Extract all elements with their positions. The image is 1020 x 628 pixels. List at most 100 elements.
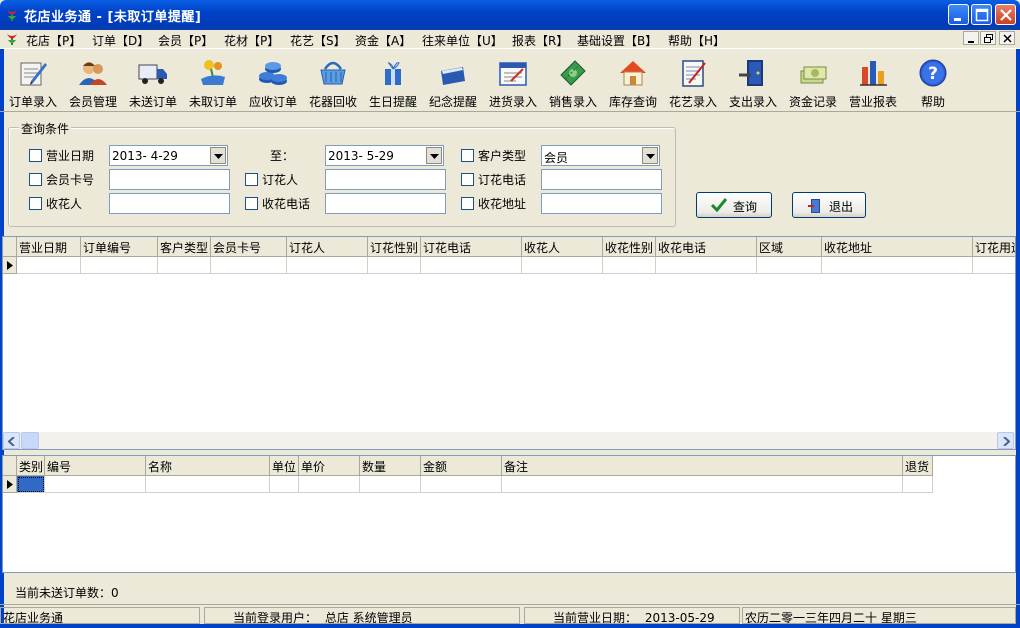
column-header[interactable]: 订单编号 <box>81 237 158 257</box>
menu-material[interactable]: 花材【P】 <box>224 32 279 48</box>
column-header[interactable]: 金额 <box>421 456 502 476</box>
menu-order[interactable]: 订单【D】 <box>92 32 149 48</box>
mdi-minimize-button[interactable] <box>963 31 979 45</box>
column-header[interactable]: 营业日期 <box>17 237 81 257</box>
toolbar-help[interactable]: ? 帮助 <box>903 57 963 109</box>
recipient-address-input[interactable] <box>541 193 662 214</box>
row-indicator[interactable] <box>3 257 17 274</box>
date-from-dropdown-button[interactable] <box>210 147 226 164</box>
column-header[interactable]: 名称 <box>146 456 270 476</box>
toolbar-unpicked-orders[interactable]: 未取订单 <box>183 57 243 109</box>
title-bar[interactable]: 花店业务通 - [未取订单提醒] <box>0 0 1020 30</box>
table-cell[interactable] <box>656 257 757 274</box>
table-cell[interactable] <box>158 257 211 274</box>
close-button[interactable] <box>995 4 1016 25</box>
horizontal-scrollbar[interactable] <box>3 432 1015 449</box>
member-card-checkbox[interactable] <box>29 173 42 186</box>
customer-type-checkbox[interactable] <box>461 149 474 162</box>
recipient-address-checkbox[interactable] <box>461 197 474 210</box>
table-cell[interactable] <box>368 257 421 274</box>
date-to-dropdown-button[interactable] <box>426 147 442 164</box>
menu-settings[interactable]: 基础设置【B】 <box>577 32 657 48</box>
toolbar-inventory-query[interactable]: 库存查询 <box>603 57 663 109</box>
column-header[interactable]: 单位 <box>270 456 299 476</box>
order-phone-checkbox[interactable] <box>461 173 474 186</box>
customer-type-dropdown-button[interactable] <box>642 147 658 164</box>
toolbar-floral-entry[interactable]: 花艺录入 <box>663 57 723 109</box>
selected-cell[interactable] <box>17 476 45 493</box>
menu-member[interactable]: 会员【P】 <box>158 32 213 48</box>
column-header[interactable]: 订花人 <box>287 237 368 257</box>
date-from-picker[interactable]: 2013- 4-29 <box>109 145 228 166</box>
table-cell[interactable] <box>146 476 270 493</box>
orderer-input[interactable] <box>325 169 446 190</box>
recipient-input[interactable] <box>109 193 230 214</box>
minimize-button[interactable] <box>948 4 969 25</box>
toolbar-order-entry[interactable]: 订单录入 <box>3 57 63 109</box>
orderer-checkbox[interactable] <box>245 173 258 186</box>
table-cell[interactable] <box>973 257 1015 274</box>
query-button[interactable]: 查询 <box>696 192 772 218</box>
order-items-grid[interactable]: 类别 编号 名称 单位 单价 数量 金额 备注 退货 <box>2 455 1016 573</box>
exit-button[interactable]: 退出 <box>792 192 866 218</box>
recipient-phone-input[interactable] <box>325 193 446 214</box>
business-date-checkbox[interactable] <box>29 149 42 162</box>
toolbar-receivable-orders[interactable]: 应收订单 <box>243 57 303 109</box>
scroll-right-button[interactable] <box>997 432 1014 449</box>
member-card-input[interactable] <box>109 169 230 190</box>
toolbar-business-report[interactable]: 营业报表 <box>843 57 903 109</box>
toolbar-vase-recycle[interactable]: 花器回收 <box>303 57 363 109</box>
table-cell[interactable] <box>502 476 903 493</box>
table-cell[interactable] <box>299 476 360 493</box>
toolbar-member-management[interactable]: 会员管理 <box>63 57 123 109</box>
column-header[interactable]: 订花用途 <box>973 237 1015 257</box>
date-to-picker[interactable]: 2013- 5-29 <box>325 145 444 166</box>
table-cell[interactable] <box>822 257 973 274</box>
column-header[interactable]: 客户类型 <box>158 237 211 257</box>
table-cell[interactable] <box>287 257 368 274</box>
toolbar-birthday-reminder[interactable]: 生日提醒 <box>363 57 423 109</box>
customer-type-select[interactable]: 会员 <box>541 145 660 166</box>
column-header[interactable]: 订花电话 <box>421 237 522 257</box>
mdi-restore-button[interactable] <box>980 31 996 45</box>
table-cell[interactable] <box>45 476 146 493</box>
recipient-checkbox[interactable] <box>29 197 42 210</box>
column-header[interactable]: 收花地址 <box>822 237 973 257</box>
column-header[interactable]: 收花人 <box>522 237 603 257</box>
table-cell[interactable] <box>522 257 603 274</box>
toolbar-funds-record[interactable]: 资金记录 <box>783 57 843 109</box>
column-header[interactable]: 会员卡号 <box>211 237 287 257</box>
maximize-button[interactable] <box>971 4 992 25</box>
table-cell[interactable] <box>360 476 421 493</box>
table-cell[interactable] <box>757 257 822 274</box>
menu-shop[interactable]: 花店【P】 <box>26 32 81 48</box>
table-cell[interactable] <box>603 257 656 274</box>
toolbar-expense-entry[interactable]: 支出录入 <box>723 57 783 109</box>
toolbar-sales-entry[interactable]: 销售录入 <box>543 57 603 109</box>
order-phone-input[interactable] <box>541 169 662 190</box>
column-header[interactable]: 备注 <box>502 456 903 476</box>
recipient-phone-checkbox[interactable] <box>245 197 258 210</box>
toolbar-undelivered-orders[interactable]: 未送订单 <box>123 57 183 109</box>
table-cell[interactable] <box>421 476 502 493</box>
menu-floral-art[interactable]: 花艺【S】 <box>290 32 346 48</box>
scroll-thumb[interactable] <box>21 432 39 449</box>
toolbar-purchase-entry[interactable]: 进货录入 <box>483 57 543 109</box>
orders-grid[interactable]: 营业日期 订单编号 客户类型 会员卡号 订花人 订花性别 订花电话 收花人 收花… <box>2 236 1016 450</box>
table-cell[interactable] <box>211 257 287 274</box>
menu-help[interactable]: 帮助【H】 <box>668 32 725 48</box>
column-header[interactable]: 订花性别 <box>368 237 421 257</box>
table-cell[interactable] <box>270 476 299 493</box>
column-header[interactable]: 收花电话 <box>656 237 757 257</box>
column-header[interactable]: 退货 <box>903 456 933 476</box>
column-header[interactable]: 单价 <box>299 456 360 476</box>
column-header[interactable]: 编号 <box>45 456 146 476</box>
table-cell[interactable] <box>903 476 933 493</box>
scroll-left-button[interactable] <box>3 432 20 449</box>
table-cell[interactable] <box>81 257 158 274</box>
column-header[interactable]: 数量 <box>360 456 421 476</box>
column-header[interactable]: 区域 <box>757 237 822 257</box>
menu-reports[interactable]: 报表【R】 <box>512 32 568 48</box>
menu-funds[interactable]: 资金【A】 <box>355 32 411 48</box>
table-cell[interactable] <box>17 257 81 274</box>
